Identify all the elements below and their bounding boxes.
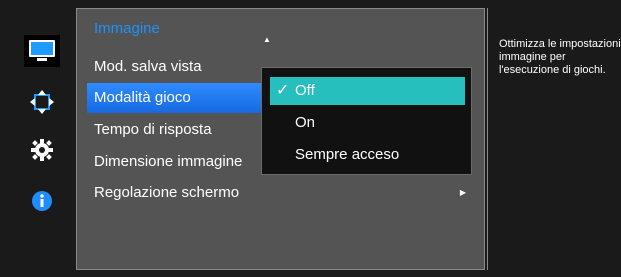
checkmark-icon: ✓ bbox=[276, 82, 290, 99]
option-label: Off bbox=[295, 82, 315, 99]
help-text: Ottimizza le impostazioni immagine per l… bbox=[499, 38, 621, 76]
menu-item-label: Tempo di risposta bbox=[94, 121, 212, 138]
menu-item-label: Modalità gioco bbox=[94, 89, 191, 106]
scroll-up-icon[interactable]: ▲ bbox=[263, 35, 271, 44]
option-off[interactable]: ✓ Off bbox=[270, 77, 465, 105]
submenu-arrow-icon: ▶ bbox=[459, 188, 466, 197]
menu-item-label: Regolazione schermo bbox=[94, 184, 240, 201]
monitor-icon[interactable] bbox=[24, 35, 60, 67]
move-arrows-icon[interactable] bbox=[24, 86, 60, 118]
category-sidebar bbox=[10, 8, 74, 268]
menu-item-modalita-gioco[interactable]: Modalità gioco bbox=[87, 83, 262, 113]
menu-title: Immagine bbox=[94, 20, 160, 37]
game-mode-options-popup: ✓ Off On Sempre acceso bbox=[261, 67, 472, 175]
info-icon[interactable] bbox=[24, 185, 60, 217]
option-label: On bbox=[295, 114, 316, 131]
option-label: Sempre acceso bbox=[295, 146, 400, 163]
option-on[interactable]: On bbox=[270, 109, 465, 137]
menu-item-label: Dimensione immagine bbox=[94, 153, 243, 170]
menu-item-regolazione-schermo[interactable]: Regolazione schermo ▶ bbox=[77, 178, 486, 208]
help-panel: Ottimizza le impostazioni immagine per l… bbox=[487, 8, 621, 270]
osd-screen: Immagine ▲ Mod. salva vista Modalità gio… bbox=[0, 0, 621, 277]
gear-icon[interactable] bbox=[24, 134, 60, 166]
option-sempre-acceso[interactable]: Sempre acceso bbox=[270, 141, 465, 169]
menu-item-label: Mod. salva vista bbox=[94, 58, 202, 75]
